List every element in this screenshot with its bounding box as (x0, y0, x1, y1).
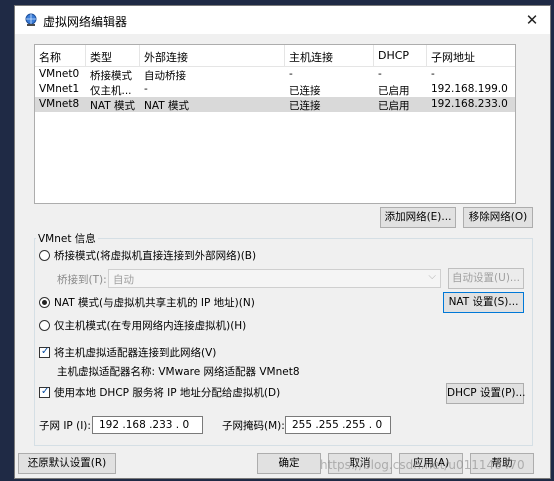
column-header-dhcp[interactable]: DHCP (378, 49, 409, 62)
cell-host: 已连接 (289, 85, 321, 97)
column-divider[interactable] (85, 45, 86, 66)
bridged-to-value: 自动 (113, 274, 134, 286)
cell-name: VMnet8 (39, 98, 80, 110)
table-row[interactable]: VMnet0 桥接模式 自动桥接 - - - (35, 67, 515, 82)
subnet-ip-input[interactable]: 192 .168 .233 . 0 (92, 416, 203, 434)
cell-subnet: - (431, 68, 435, 80)
vmnet-info-legend: VMnet 信息 (36, 231, 98, 246)
column-header-subnet[interactable]: 子网地址 (431, 49, 475, 65)
window-title: 虚拟网络编辑器 (43, 15, 128, 29)
checkmark-icon: ✓ (41, 386, 50, 397)
bridged-to-select[interactable]: 自动 ⌵ (108, 269, 441, 288)
nat-mode-label[interactable]: NAT 模式(与虚拟机共享主机的 IP 地址)(N) (54, 295, 255, 310)
subnet-mask-label: 子网掩码(M): (222, 420, 285, 432)
column-divider[interactable] (426, 45, 427, 66)
help-button[interactable]: 帮助 (470, 453, 534, 474)
cell-name: VMnet1 (39, 83, 80, 95)
subnet-ip-label: 子网 IP (I): (39, 420, 91, 432)
cell-host: 已连接 (289, 100, 321, 112)
network-globe-icon (25, 13, 37, 26)
radio-selected-dot (42, 300, 47, 305)
title-bar: 虚拟网络编辑器 ✕ (15, 6, 550, 34)
table-row-selected[interactable]: VMnet8 NAT 模式 NAT 模式 已连接 已启用 192.168.233… (35, 97, 515, 112)
cell-type: 桥接模式 (90, 70, 132, 82)
bridge-mode-radio[interactable] (39, 250, 50, 261)
nat-settings-button[interactable]: NAT 设置(S)... (443, 292, 524, 313)
close-icon[interactable]: ✕ (514, 6, 550, 34)
cell-subnet: 192.168.233.0 (431, 98, 508, 110)
remove-network-button[interactable]: 移除网络(O) (463, 207, 533, 228)
connect-host-adapter-checkbox[interactable]: ✓ (39, 346, 50, 358)
cell-external: 自动桥接 (144, 70, 186, 82)
column-header-host[interactable]: 主机连接 (289, 49, 333, 65)
host-only-mode-label[interactable]: 仅主机模式(在专用网络内连接虚拟机)(H) (54, 318, 246, 333)
add-network-button[interactable]: 添加网络(E)... (380, 207, 456, 228)
cell-type: NAT 模式 (90, 100, 135, 112)
subnet-ip-value: 192 .168 .233 . 0 (99, 419, 190, 431)
checkmark-icon: ✓ (41, 346, 50, 357)
connect-host-adapter-label[interactable]: 将主机虚拟适配器连接到此网络(V) (54, 345, 216, 360)
column-header-type[interactable]: 类型 (90, 49, 112, 65)
cell-host: - (289, 68, 293, 80)
virtual-network-editor-dialog: 虚拟网络编辑器 ✕ 名称 类型 外部连接 主机连接 DHCP 子网地址 VMne… (14, 5, 551, 479)
cell-type: 仅主机... (90, 85, 132, 97)
ok-button[interactable]: 确定 (257, 453, 321, 474)
cell-name: VMnet0 (39, 68, 80, 80)
host-only-mode-radio[interactable] (39, 320, 50, 331)
use-dhcp-label[interactable]: 使用本地 DHCP 服务将 IP 地址分配给虚拟机(D) (54, 385, 280, 400)
column-header-name[interactable]: 名称 (39, 49, 61, 65)
auto-settings-button[interactable]: 自动设置(U)... (448, 268, 524, 289)
column-header-external[interactable]: 外部连接 (144, 49, 188, 65)
apply-button[interactable]: 应用(A) (399, 453, 463, 474)
column-divider[interactable] (373, 45, 374, 66)
table-row[interactable]: VMnet1 仅主机... - 已连接 已启用 192.168.199.0 (35, 82, 515, 97)
cell-subnet: 192.168.199.0 (431, 83, 508, 95)
network-list[interactable]: 名称 类型 外部连接 主机连接 DHCP 子网地址 VMnet0 桥接模式 自动… (34, 44, 516, 204)
cell-external: - (144, 83, 148, 95)
chevron-down-icon: ⌵ (428, 271, 436, 282)
cancel-button[interactable]: 取消 (328, 453, 392, 474)
list-header: 名称 类型 外部连接 主机连接 DHCP 子网地址 (35, 45, 515, 67)
cell-dhcp: 已启用 (378, 85, 410, 97)
use-dhcp-checkbox[interactable]: ✓ (39, 386, 50, 398)
bridged-to-label: 桥接到(T): (57, 274, 107, 286)
dhcp-settings-button[interactable]: DHCP 设置(P)... (446, 383, 526, 404)
column-divider[interactable] (284, 45, 285, 66)
subnet-mask-value: 255 .255 .255 . 0 (292, 419, 383, 431)
cell-dhcp: 已启用 (378, 100, 410, 112)
host-adapter-name: 主机虚拟适配器名称: VMware 网络适配器 VMnet8 (57, 366, 300, 378)
column-divider[interactable] (139, 45, 140, 66)
cell-external: NAT 模式 (144, 100, 189, 112)
restore-defaults-button[interactable]: 还原默认设置(R) (18, 453, 116, 474)
subnet-mask-input[interactable]: 255 .255 .255 . 0 (285, 416, 391, 434)
nat-mode-radio[interactable] (39, 297, 50, 308)
cell-dhcp: - (378, 68, 382, 80)
bridge-mode-label[interactable]: 桥接模式(将虚拟机直接连接到外部网络)(B) (54, 248, 256, 263)
